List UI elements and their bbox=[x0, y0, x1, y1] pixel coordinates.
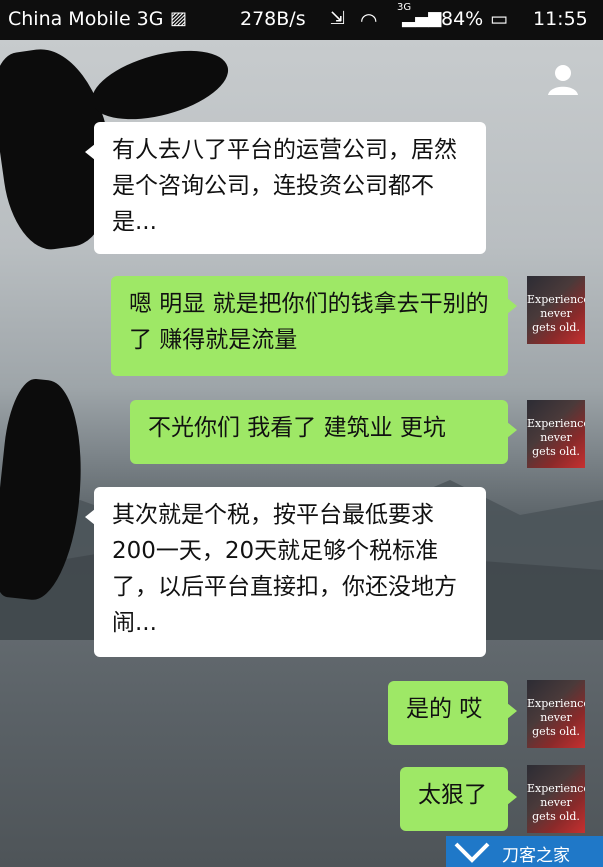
user-avatar[interactable]: Experience never gets old. bbox=[527, 680, 585, 748]
contact-info-icon[interactable] bbox=[546, 62, 580, 96]
user-avatar[interactable]: Experience never gets old. bbox=[527, 276, 585, 344]
message-bubble-outgoing[interactable]: 不光你们 我看了 建筑业 更坑 bbox=[130, 400, 517, 464]
watermark-logo-icon bbox=[454, 842, 490, 863]
network-speed: 278B/s bbox=[240, 8, 306, 30]
carrier-label: China Mobile 3G bbox=[8, 8, 164, 30]
sim-icon: ▨ bbox=[170, 8, 188, 29]
clock: 11:55 bbox=[533, 8, 588, 30]
vibrate-icon: ⇲ bbox=[330, 8, 346, 29]
message-bubble-incoming[interactable]: 有人去八了平台的运营公司，居然是个咨询公司，连投资公司都不是... bbox=[85, 122, 486, 254]
user-avatar[interactable]: Experience never gets old. bbox=[527, 400, 585, 468]
status-bar: China Mobile 3G ▨ 278B/s ⇲ ◠ 3G ▂▄▆ 84% … bbox=[0, 0, 603, 40]
message-bubble-outgoing[interactable]: 太狠了 bbox=[400, 767, 517, 831]
user-avatar[interactable]: Experience never gets old. bbox=[527, 765, 585, 833]
message-bubble-outgoing[interactable]: 嗯 明显 就是把你们的钱拿去干别的了 赚得就是流量 bbox=[111, 276, 517, 376]
wifi-icon: ◠ bbox=[360, 8, 378, 32]
battery-percent: 84% bbox=[441, 8, 484, 30]
site-watermark: 刀客之家 bbox=[446, 836, 603, 867]
message-bubble-outgoing[interactable]: 是的 哎 bbox=[388, 681, 517, 745]
message-bubble-incoming[interactable]: 其次就是个税，按平台最低要求200一天，20天就足够个税标准了，以后平台直接扣，… bbox=[85, 487, 486, 657]
battery-icon: ▭ bbox=[490, 8, 508, 30]
signal-icon: ▂▄▆ bbox=[402, 8, 442, 28]
